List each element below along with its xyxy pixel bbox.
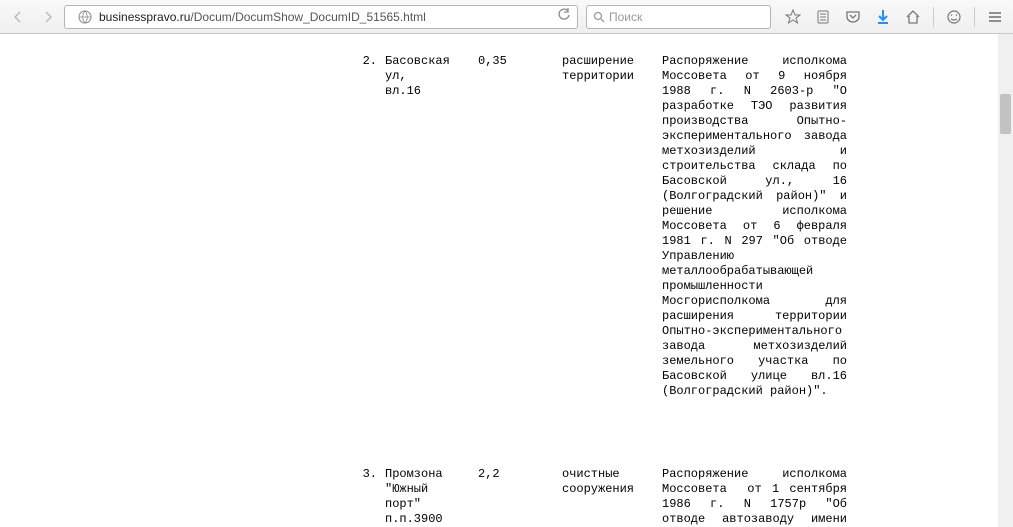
- url-text: businesspravo.ru/Docum/DocumShow_DocumID…: [99, 10, 426, 24]
- refresh-button[interactable]: [557, 8, 571, 25]
- table-row: 2. Басовская ул, вл.16 0,35 расширение т…: [15, 54, 998, 399]
- forward-button[interactable]: [34, 4, 62, 30]
- row-address: Промзона "Южный порт" п.п.3900: [385, 467, 478, 527]
- row-document: Распоряжение исполкома Моссовета от 9 но…: [662, 54, 847, 399]
- row-purpose: очистные сооружения: [562, 467, 662, 497]
- search-bar[interactable]: Поиск: [586, 5, 771, 29]
- url-bar[interactable]: businesspravo.ru/Docum/DocumShow_DocumID…: [64, 5, 578, 29]
- menu-icon[interactable]: [981, 4, 1009, 30]
- page-content: 2. Басовская ул, вл.16 0,35 расширение т…: [15, 34, 998, 527]
- search-icon: [593, 11, 605, 23]
- star-icon[interactable]: [779, 4, 807, 30]
- table-row: 3. Промзона "Южный порт" п.п.3900 2,2 оч…: [15, 467, 998, 527]
- row-address: Басовская ул, вл.16: [385, 54, 478, 99]
- row-purpose: расширение территории: [562, 54, 662, 84]
- globe-icon: [77, 9, 93, 25]
- scrollbar-thumb[interactable]: [1000, 94, 1011, 134]
- browser-toolbar: businesspravo.ru/Docum/DocumShow_DocumID…: [0, 0, 1013, 34]
- clipboard-icon[interactable]: [809, 4, 837, 30]
- pocket-icon[interactable]: [839, 4, 867, 30]
- home-icon[interactable]: [899, 4, 927, 30]
- separator: [933, 7, 934, 27]
- document-body: 2. Басовская ул, вл.16 0,35 расширение т…: [15, 34, 998, 527]
- search-placeholder: Поиск: [609, 10, 642, 24]
- row-document: Распоряжение исполкома Моссовета от 1 се…: [662, 467, 847, 527]
- row-area: 2,2: [478, 467, 562, 482]
- row-number: 2.: [15, 54, 385, 69]
- back-button[interactable]: [4, 4, 32, 30]
- separator: [974, 7, 975, 27]
- vertical-scrollbar[interactable]: [998, 34, 1013, 527]
- row-number: 3.: [15, 467, 385, 482]
- smiley-icon[interactable]: [940, 4, 968, 30]
- row-area: 0,35: [478, 54, 562, 69]
- download-icon[interactable]: [869, 4, 897, 30]
